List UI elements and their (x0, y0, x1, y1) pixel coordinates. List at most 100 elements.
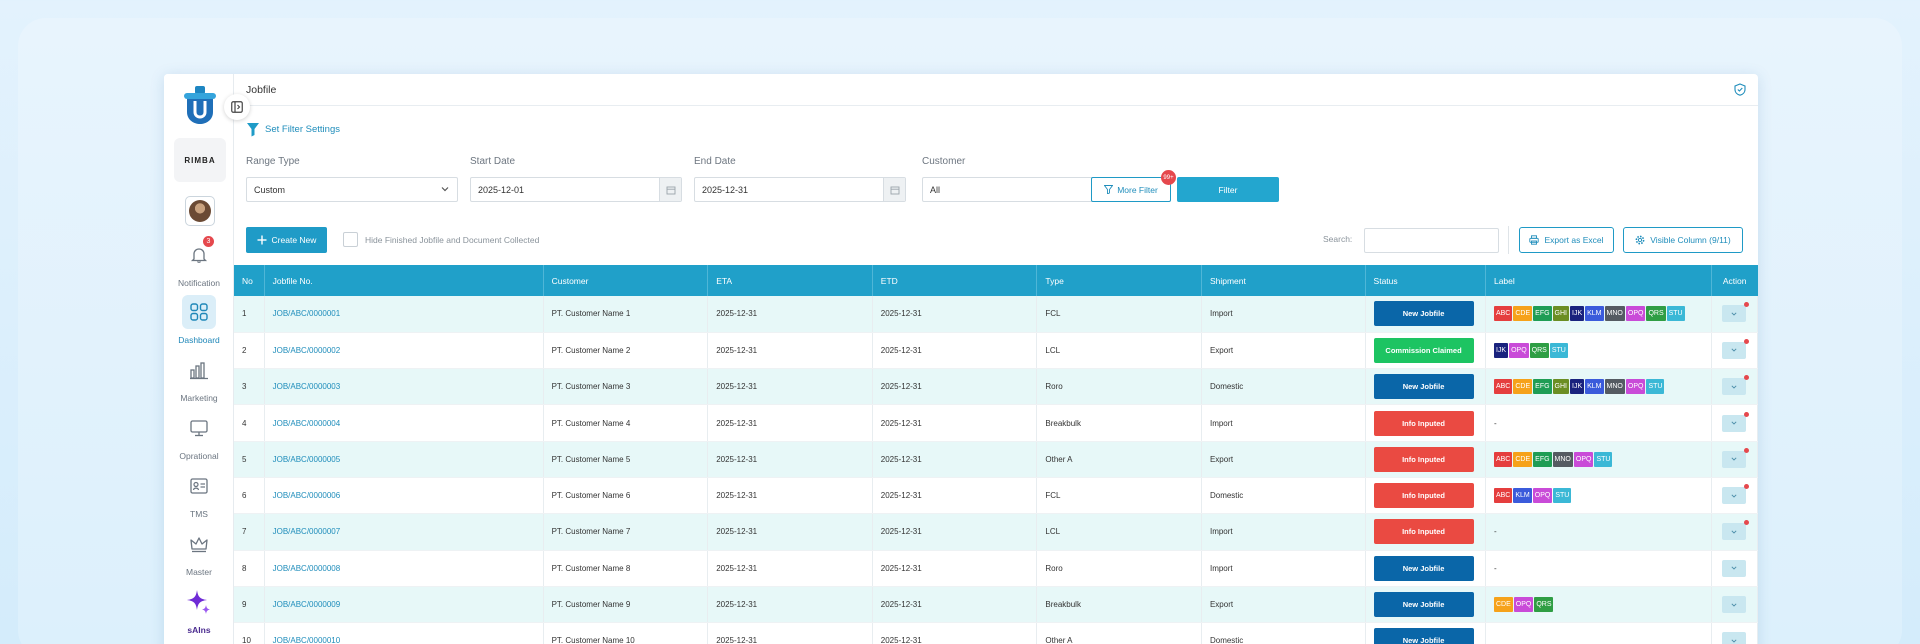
start-date-label: Start Date (470, 156, 516, 167)
search-input[interactable] (1364, 228, 1499, 253)
app-logo[interactable] (182, 86, 218, 126)
cell-customer: PT. Customer Name 6 (543, 477, 709, 515)
row-number: 3 (242, 382, 247, 392)
row-action-button[interactable] (1722, 596, 1747, 614)
end-date-input[interactable]: 2025-12-31 (694, 177, 906, 202)
column-header[interactable]: ETA (707, 265, 873, 296)
table-row[interactable]: 10 JOB/ABC/0000010 PT. Customer Name 10 202… (234, 622, 1758, 644)
cell-type: Other A (1036, 441, 1202, 478)
sidebar-collapse-button[interactable] (224, 94, 250, 120)
hide-finished-checkbox[interactable] (343, 232, 358, 247)
export-excel-button[interactable]: Export as Excel (1519, 227, 1614, 253)
label-tag: OPQ (1625, 379, 1646, 395)
column-header[interactable]: Type (1036, 265, 1202, 296)
jobfile-link[interactable]: JOB/ABC/0000004 (273, 419, 341, 428)
row-action-button[interactable] (1722, 338, 1750, 359)
column-header[interactable]: Action (1711, 265, 1758, 296)
jobfile-link[interactable]: JOB/ABC/0000003 (273, 382, 341, 391)
jobfile-link[interactable]: JOB/ABC/0000002 (273, 346, 341, 355)
eta-date: 2025-12-31 (716, 454, 758, 464)
column-header[interactable]: ETD (872, 265, 1038, 296)
table-row[interactable]: 9 JOB/ABC/0000009 PT. Customer Name 9 2025-… (234, 586, 1758, 624)
cell-customer: PT. Customer Name 3 (543, 368, 709, 406)
cell-etd: 2025-12-31 (872, 332, 1038, 370)
label-empty: - (1493, 527, 1497, 537)
label-tag: STU (1646, 379, 1665, 395)
table-row[interactable]: 2 JOB/ABC/0000002 PT. Customer Name 2 2025-… (234, 332, 1758, 370)
cell-eta: 2025-12-31 (707, 550, 873, 587)
set-filter-settings-button[interactable]: Set Filter Settings (246, 122, 340, 137)
status-badge[interactable]: Info Inputed (1373, 410, 1474, 436)
label-tag: QRS (1529, 342, 1549, 358)
filter-button[interactable]: Filter (1177, 177, 1279, 202)
sidebar-item-oprational[interactable]: Oprational (164, 411, 234, 461)
status-badge[interactable]: Info Inputed (1373, 446, 1474, 472)
table-row[interactable]: 4 JOB/ABC/0000004 PT. Customer Name 4 2025-… (234, 404, 1758, 442)
jobfile-link[interactable]: JOB/ABC/0000006 (273, 491, 341, 500)
label-tag: OPQ (1573, 451, 1594, 467)
status-badge[interactable]: New Jobfile (1373, 628, 1474, 644)
label-tag: KLM (1513, 488, 1532, 504)
table-row[interactable]: 7 JOB/ABC/0000007 PT. Customer Name 7 2025-… (234, 513, 1758, 551)
column-header[interactable]: Customer (543, 265, 709, 296)
status-badge[interactable]: New Jobfile (1373, 592, 1474, 618)
row-action-button[interactable] (1722, 632, 1747, 644)
sidebar-item-marketing[interactable]: Marketing (164, 353, 234, 403)
row-action-button[interactable] (1722, 559, 1747, 577)
status-badge[interactable]: New Jobfile (1373, 301, 1474, 327)
column-header[interactable]: No (234, 265, 265, 296)
column-header[interactable]: Status (1365, 265, 1486, 296)
status-badge[interactable]: Info Inputed (1373, 483, 1474, 509)
row-action-button[interactable] (1722, 411, 1750, 432)
cell-label: - (1485, 404, 1712, 442)
company-logo[interactable]: RIMBA (174, 138, 226, 182)
customer-label: Customer (922, 156, 966, 167)
jobfile-link[interactable]: JOB/ABC/0000010 (273, 636, 341, 644)
row-action-button[interactable] (1722, 484, 1750, 505)
table-row[interactable]: 6 JOB/ABC/0000006 PT. Customer Name 6 2025-… (234, 477, 1758, 515)
start-date-input[interactable]: 2025-12-01 (470, 177, 682, 202)
cell-etd: 2025-12-31 (872, 441, 1038, 478)
row-action-button[interactable] (1722, 447, 1750, 468)
jobfile-link[interactable]: JOB/ABC/0000005 (273, 455, 341, 464)
cell-shipment: Import (1201, 404, 1366, 442)
row-action-button[interactable] (1722, 375, 1750, 396)
status-badge[interactable]: New Jobfile (1373, 555, 1474, 581)
more-filter-button[interactable]: More Filter 99+ (1091, 170, 1176, 202)
jobfile-link[interactable]: JOB/ABC/0000007 (273, 527, 341, 536)
status-badge[interactable]: Info Inputed (1373, 519, 1474, 545)
row-action-button[interactable] (1722, 302, 1750, 323)
column-header[interactable]: Label (1485, 265, 1712, 296)
table-row[interactable]: 8 JOB/ABC/0000008 PT. Customer Name 8 2025-… (234, 550, 1758, 587)
end-date-value: 2025-12-31 (702, 184, 749, 195)
table-row[interactable]: 3 JOB/ABC/0000003 PT. Customer Name 3 2025-… (234, 368, 1758, 406)
row-action-button[interactable] (1722, 520, 1750, 541)
column-header[interactable]: Jobfile No. (264, 265, 544, 296)
cell-shipment: Export (1201, 332, 1366, 370)
status-badge[interactable]: New Jobfile (1373, 374, 1474, 400)
status-badge[interactable]: Commission Claimed (1373, 337, 1474, 363)
jobfile-link[interactable]: JOB/ABC/0000008 (273, 564, 341, 573)
sidebar-item-master[interactable]: Master (164, 527, 234, 577)
shield-check-icon[interactable] (1734, 83, 1746, 96)
sidebar-item-notification[interactable]: 3 Notification (164, 236, 234, 288)
sidebar-item-sains[interactable]: sAIns (164, 585, 234, 635)
jobfile-link[interactable]: JOB/ABC/0000001 (273, 309, 341, 318)
label-tag: QRS (1534, 597, 1554, 613)
calendar-icon[interactable] (883, 178, 905, 201)
customer-select[interactable]: All (922, 177, 1119, 202)
avatar[interactable] (185, 196, 215, 226)
sidebar-item-dashboard[interactable]: Dashboard (164, 295, 234, 345)
cell-eta: 2025-12-31 (707, 441, 873, 478)
table-row[interactable]: 5 JOB/ABC/0000005 PT. Customer Name 5 2025-… (234, 441, 1758, 478)
table-row[interactable]: 1 JOB/ABC/0000001 PT. Customer Name 1 2025-… (234, 296, 1758, 333)
column-header[interactable]: Shipment (1201, 265, 1366, 296)
panel-toggle-icon (231, 101, 243, 113)
sidebar-item-tms[interactable]: TMS (164, 469, 234, 519)
calendar-icon[interactable] (659, 178, 681, 201)
hide-finished-toggle[interactable]: Hide Finished Jobfile and Document Colle… (343, 232, 539, 247)
visible-column-button[interactable]: Visible Column (9/11) (1623, 227, 1743, 253)
jobfile-link[interactable]: JOB/ABC/0000009 (273, 600, 341, 609)
range-type-select[interactable]: Custom (246, 177, 458, 202)
create-new-button[interactable]: Create New (246, 227, 327, 253)
